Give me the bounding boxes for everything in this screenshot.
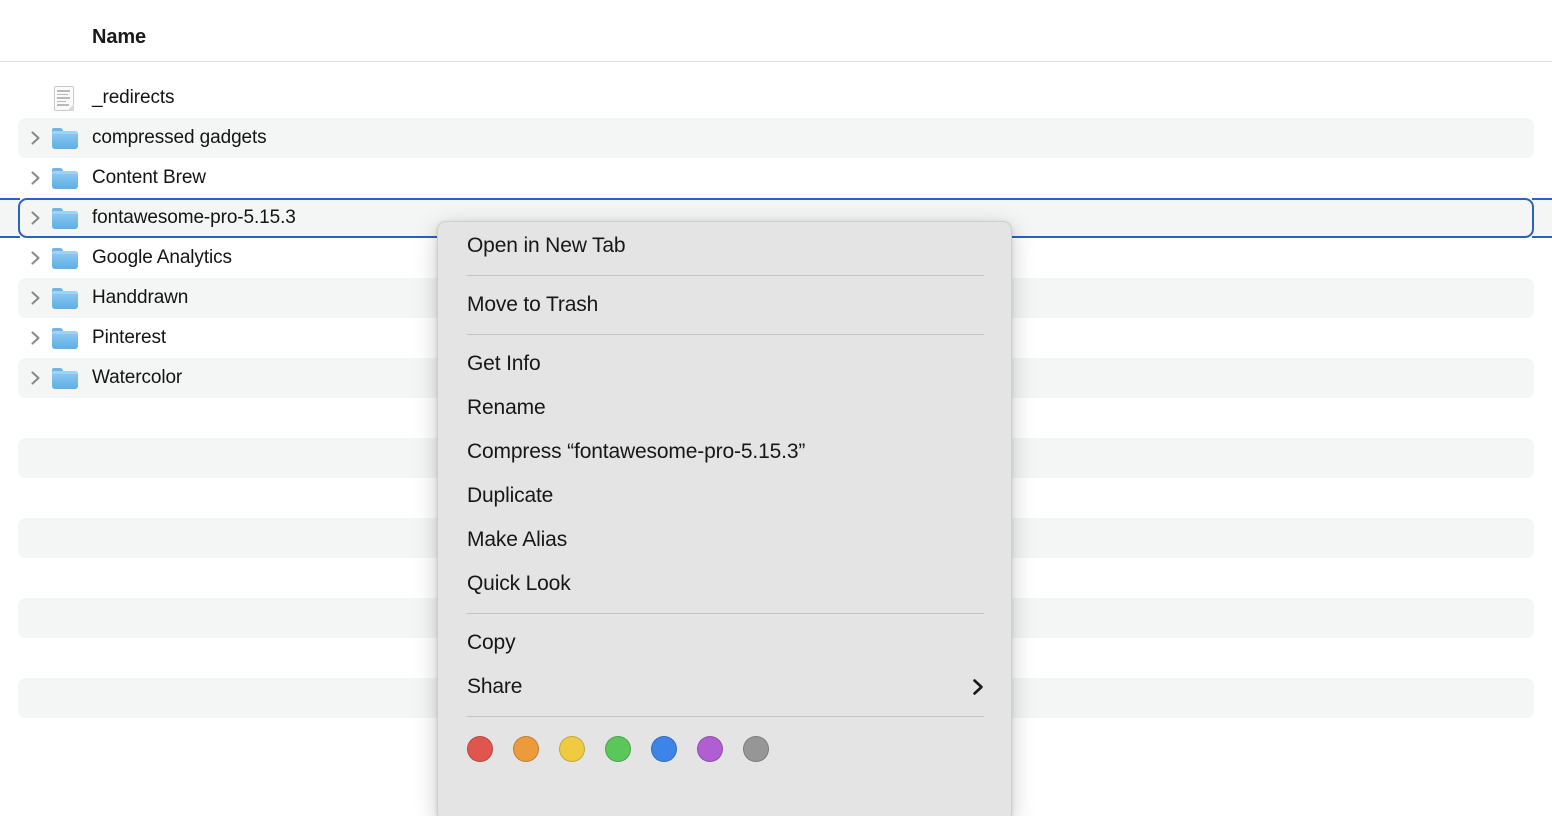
menu-item-label: Quick Look: [467, 572, 571, 595]
disclosure-triangle-icon[interactable]: [28, 289, 44, 307]
menu-separator: [467, 613, 984, 614]
document-icon: [52, 86, 80, 110]
file-row[interactable]: Content Brew: [0, 158, 1552, 198]
menu-item[interactable]: Quick Look: [438, 562, 1011, 606]
row-background: [18, 158, 1534, 198]
menu-item[interactable]: Copy: [438, 621, 1011, 665]
folder-icon: [52, 246, 80, 270]
column-header-name[interactable]: Name: [92, 26, 146, 49]
menu-item-label: Make Alias: [467, 528, 567, 551]
file-row[interactable]: compressed gadgets: [0, 118, 1552, 158]
menu-item[interactable]: Compress “fontawesome-pro-5.15.3”: [438, 430, 1011, 474]
menu-group: Open in New Tab: [438, 222, 1011, 270]
folder-icon: [52, 286, 80, 310]
menu-item[interactable]: Open in New Tab: [438, 224, 1011, 268]
disclosure-triangle-icon[interactable]: [28, 249, 44, 267]
menu-item-label: Move to Trash: [467, 293, 598, 316]
file-name-label: Content Brew: [92, 167, 206, 189]
disclosure-triangle-icon[interactable]: [28, 369, 44, 387]
menu-item[interactable]: Get Info: [438, 342, 1011, 386]
tag-color-green[interactable]: [605, 736, 631, 762]
menu-separator: [467, 275, 984, 276]
menu-separator: [467, 334, 984, 335]
menu-item-label: Get Info: [467, 352, 541, 375]
menu-item[interactable]: Make Alias: [438, 518, 1011, 562]
context-menu[interactable]: Open in New Tab Move to Trash Get Info Rena…: [437, 221, 1012, 816]
menu-item[interactable]: Duplicate: [438, 474, 1011, 518]
file-name-label: Pinterest: [92, 327, 166, 349]
menu-item-label: Rename: [467, 396, 545, 419]
folder-icon: [52, 126, 80, 150]
file-name-label: Handdrawn: [92, 287, 188, 309]
selection-ring-right: [1532, 198, 1552, 238]
menu-separator: [467, 716, 984, 717]
menu-item-label: Compress “fontawesome-pro-5.15.3”: [467, 440, 805, 463]
folder-icon: [52, 166, 80, 190]
file-row[interactable]: _redirects: [0, 78, 1552, 118]
selection-ring-left: [0, 198, 20, 238]
tag-color-row: [438, 722, 1011, 762]
tag-color-purple[interactable]: [697, 736, 723, 762]
folder-icon: [52, 206, 80, 230]
menu-item-label: Share: [467, 675, 522, 698]
disclosure-triangle-icon[interactable]: [28, 129, 44, 147]
tag-color-blue[interactable]: [651, 736, 677, 762]
file-name-label: compressed gadgets: [92, 127, 267, 149]
tag-color-orange[interactable]: [513, 736, 539, 762]
disclosure-triangle-icon[interactable]: [28, 329, 44, 347]
menu-item[interactable]: Move to Trash: [438, 283, 1011, 327]
row-background: [18, 78, 1534, 118]
menu-item[interactable]: Rename: [438, 386, 1011, 430]
menu-item-label: Open in New Tab: [467, 234, 625, 257]
menu-group: Get Info Rename Compress “fontawesome-pro-…: [438, 340, 1011, 608]
finder-window: Name _redirects compressed gadgets Content…: [0, 0, 1552, 816]
file-name-label: Google Analytics: [92, 247, 232, 269]
folder-icon: [52, 366, 80, 390]
menu-group: Move to Trash: [438, 281, 1011, 329]
tag-color-red[interactable]: [467, 736, 493, 762]
file-name-label: fontawesome-pro-5.15.3: [92, 207, 296, 229]
menu-item-label: Duplicate: [467, 484, 553, 507]
folder-icon: [52, 326, 80, 350]
menu-item-label: Copy: [467, 631, 515, 654]
file-name-label: _redirects: [92, 87, 174, 109]
disclosure-triangle-icon[interactable]: [28, 169, 44, 187]
tag-color-gray[interactable]: [743, 736, 769, 762]
tag-color-yellow[interactable]: [559, 736, 585, 762]
column-header-bar: Name: [0, 0, 1552, 62]
menu-item[interactable]: Share: [438, 665, 1011, 709]
menu-group: Copy Share: [438, 619, 1011, 711]
file-name-label: Watercolor: [92, 367, 182, 389]
chevron-right-icon: [969, 665, 987, 709]
disclosure-triangle-icon[interactable]: [28, 209, 44, 227]
